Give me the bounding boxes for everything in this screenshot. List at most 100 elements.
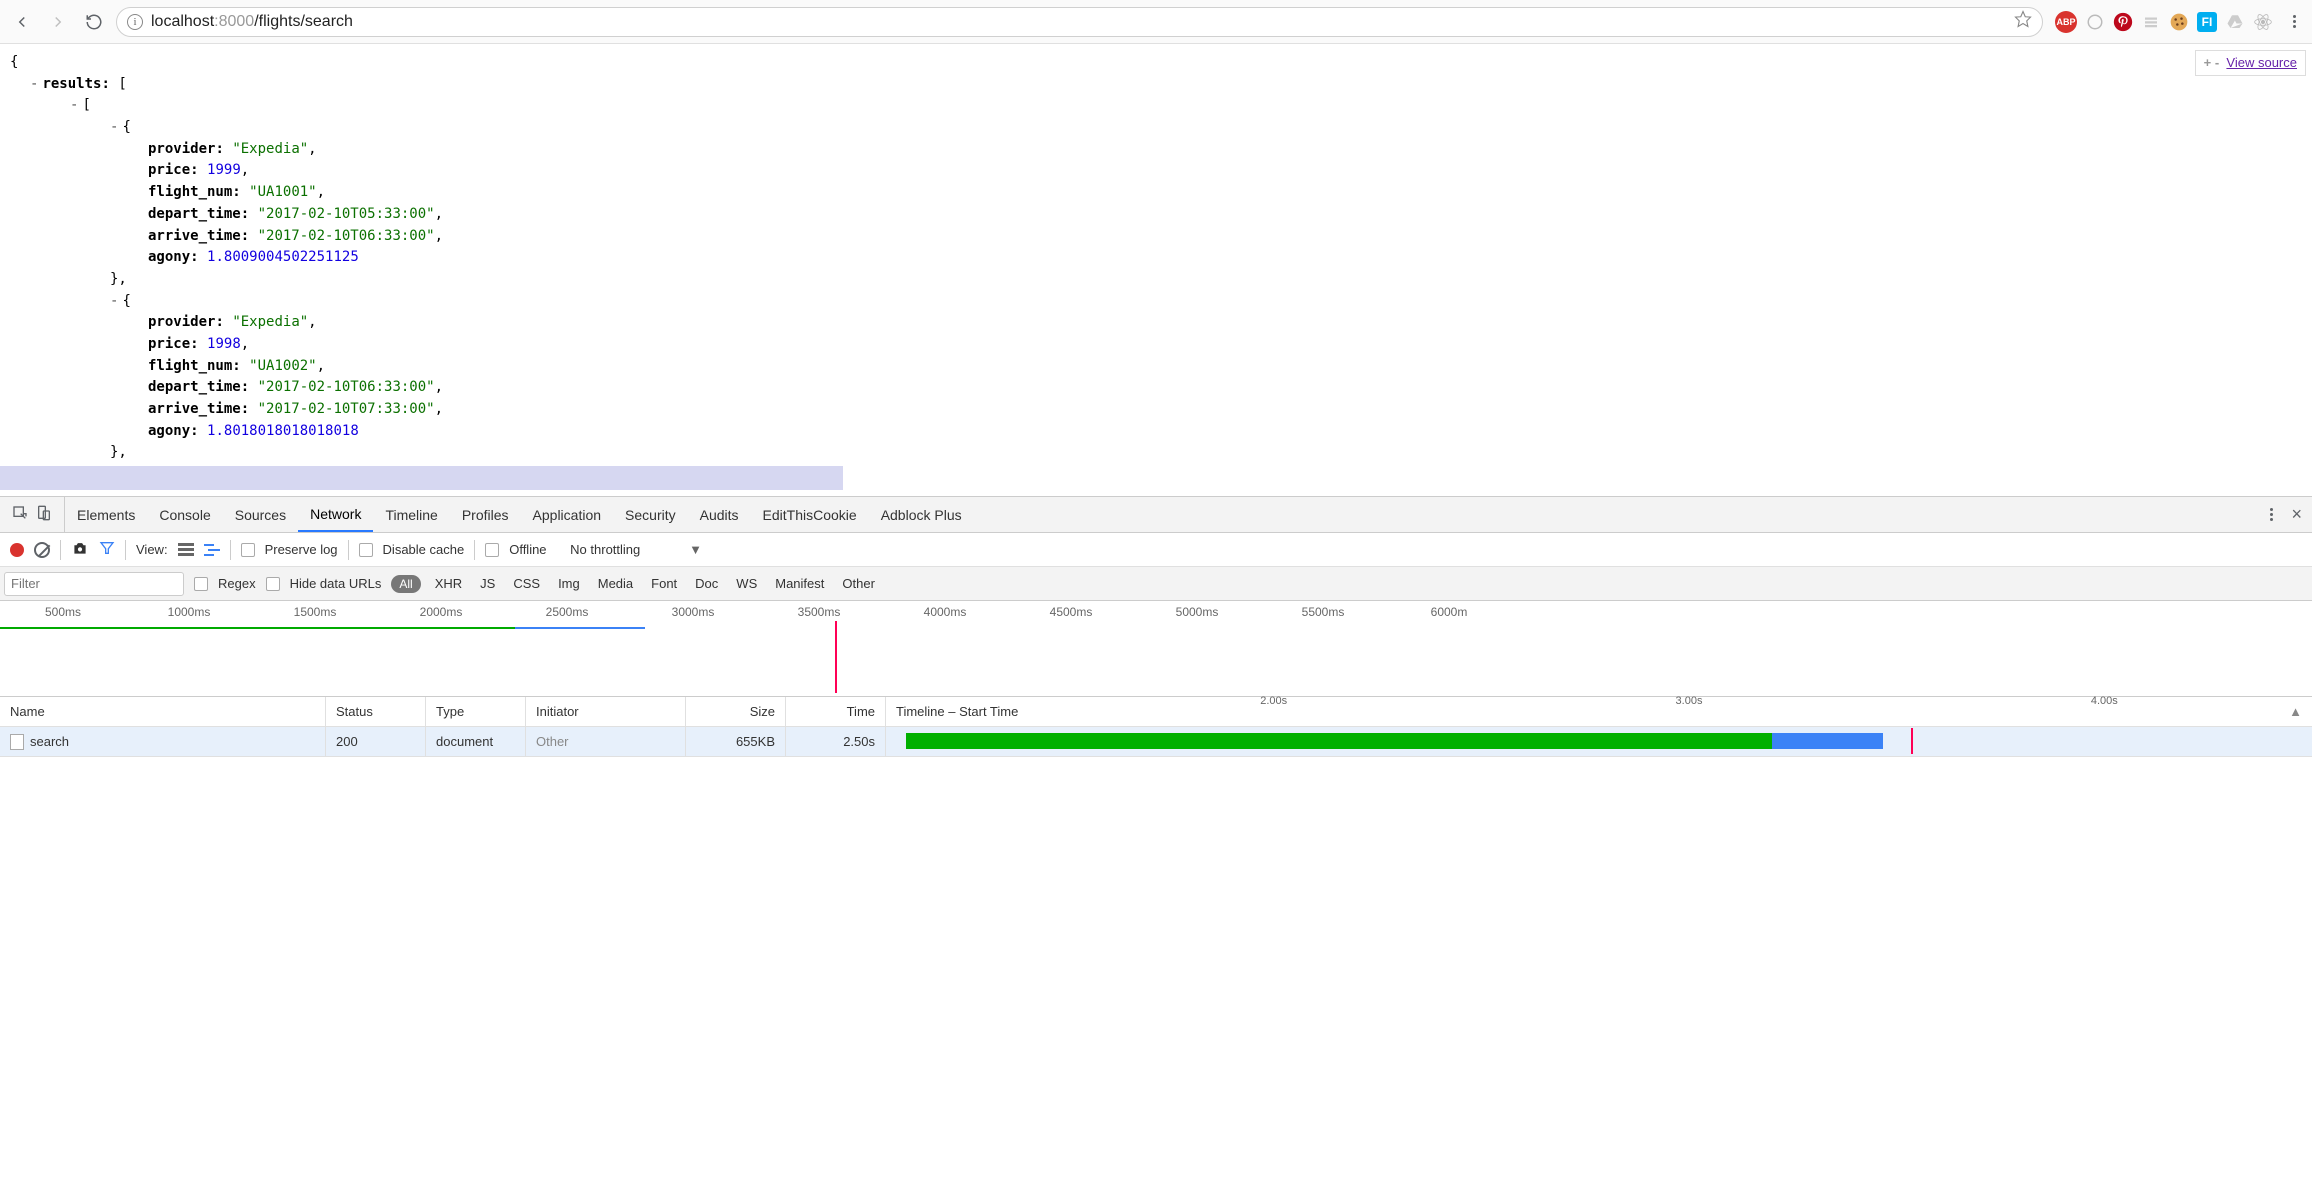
tab-adblock-plus[interactable]: Adblock Plus [869, 497, 974, 532]
json-key: provider [148, 314, 215, 330]
adblock-plus-icon[interactable]: ABP [2055, 11, 2077, 33]
back-button[interactable] [8, 8, 36, 36]
tab-console[interactable]: Console [147, 497, 222, 532]
devtools-close-button[interactable]: × [2281, 504, 2312, 525]
table-row[interactable]: search 200 document Other 655KB 2.50s [0, 727, 2312, 757]
filter-input[interactable] [4, 572, 184, 596]
col-header-size[interactable]: Size [686, 697, 786, 726]
device-mode-icon[interactable] [36, 505, 52, 524]
tab-network[interactable]: Network [298, 497, 373, 532]
screenshot-icon[interactable] [71, 541, 89, 558]
filter-type-doc[interactable]: Doc [691, 576, 722, 591]
filter-type-all[interactable]: All [391, 575, 420, 593]
json-value: 1.8009004502251125 [207, 249, 359, 265]
url-bar[interactable]: i localhost:8000/flights/search [116, 7, 2043, 37]
throttling-select[interactable]: No throttling [570, 542, 640, 557]
bookmark-star-icon[interactable] [2014, 10, 2032, 33]
collapse-toggle-icon[interactable]: - [110, 293, 122, 309]
page-content: + - View source { -results: [ -[ -{ prov… [0, 44, 2312, 496]
cell-name: search [0, 727, 326, 756]
react-devtools-icon[interactable] [2253, 12, 2273, 32]
network-overview[interactable]: 500ms 1000ms 1500ms 2000ms 2500ms 3000ms… [0, 601, 2312, 697]
record-button[interactable] [10, 543, 24, 557]
view-mode-large-icon[interactable] [178, 543, 194, 557]
filter-toggle-icon[interactable] [99, 540, 115, 559]
clear-button[interactable] [34, 542, 50, 558]
col-header-initiator[interactable]: Initiator [526, 697, 686, 726]
col-header-type[interactable]: Type [426, 697, 526, 726]
filter-type-css[interactable]: CSS [509, 576, 544, 591]
tick-label: 4500ms [1008, 605, 1134, 619]
inspect-element-icon[interactable] [12, 505, 28, 524]
pinterest-icon[interactable] [2113, 12, 2133, 32]
browser-menu-button[interactable] [2285, 15, 2304, 28]
chevron-down-icon[interactable]: ▼ [689, 542, 702, 557]
filter-type-media[interactable]: Media [594, 576, 637, 591]
filter-type-xhr[interactable]: XHR [431, 576, 466, 591]
offline-checkbox[interactable] [485, 543, 499, 557]
tick-label: 4.00s [1897, 695, 2312, 707]
regex-checkbox[interactable] [194, 577, 208, 591]
overview-bar [0, 627, 515, 629]
cookie-icon[interactable] [2169, 12, 2189, 32]
reload-button[interactable] [80, 8, 108, 36]
collapse-toggle-icon[interactable]: - [110, 119, 122, 135]
url-host: localhost [151, 13, 214, 31]
reload-icon [85, 13, 103, 31]
expand-all-button[interactable]: + [2204, 55, 2212, 70]
col-header-status[interactable]: Status [326, 697, 426, 726]
tab-timeline[interactable]: Timeline [373, 497, 449, 532]
cell-timeline [886, 727, 2312, 756]
hide-data-urls-checkbox[interactable] [266, 577, 280, 591]
disable-cache-checkbox[interactable] [359, 543, 373, 557]
overview-time-axis: 500ms 1000ms 1500ms 2000ms 2500ms 3000ms… [0, 605, 2312, 619]
view-mode-small-icon[interactable] [204, 543, 220, 557]
tick-label: 5500ms [1260, 605, 1386, 619]
tick-label: 3000ms [630, 605, 756, 619]
tab-profiles[interactable]: Profiles [450, 497, 521, 532]
filter-type-manifest[interactable]: Manifest [771, 576, 828, 591]
col-header-time[interactable]: Time [786, 697, 886, 726]
timing-bar-waiting [906, 733, 1772, 749]
document-icon [10, 734, 24, 750]
collapse-toggle-icon[interactable]: - [30, 76, 42, 92]
json-key: arrive_time [148, 401, 241, 417]
request-table: Name Status Type Initiator Size Time Tim… [0, 697, 2312, 786]
url-port: :8000 [214, 13, 254, 31]
tab-editthiscookie[interactable]: EditThisCookie [751, 497, 869, 532]
filter-type-other[interactable]: Other [838, 576, 879, 591]
site-info-icon[interactable]: i [127, 14, 143, 30]
filter-type-ws[interactable]: WS [732, 576, 761, 591]
extension-icon[interactable] [2085, 12, 2105, 32]
tab-sources[interactable]: Sources [223, 497, 298, 532]
json-value: 1.8018018018018018 [207, 423, 359, 439]
selection-band [0, 466, 843, 490]
fi-extension-icon[interactable]: FI [2197, 12, 2217, 32]
tab-security[interactable]: Security [613, 497, 688, 532]
col-header-name[interactable]: Name [0, 697, 326, 726]
cell-type: document [426, 727, 526, 756]
tab-elements[interactable]: Elements [65, 497, 147, 532]
tab-audits[interactable]: Audits [688, 497, 751, 532]
filter-type-font[interactable]: Font [647, 576, 681, 591]
view-source-link[interactable]: View source [2226, 55, 2297, 70]
forward-button [44, 8, 72, 36]
json-value: "2017-02-10T06:33:00" [258, 379, 435, 395]
json-value: "Expedia" [232, 314, 308, 330]
col-header-timeline[interactable]: Timeline – Start Time 2.00s 3.00s 4.00s … [886, 697, 2312, 726]
collapse-all-button[interactable]: - [2215, 55, 2219, 70]
drive-icon[interactable] [2225, 12, 2245, 32]
tick-label: 500ms [0, 605, 126, 619]
extension-icon[interactable] [2141, 12, 2161, 32]
json-key: agony [148, 249, 190, 265]
filter-type-img[interactable]: Img [554, 576, 584, 591]
overview-bar [515, 627, 645, 629]
json-value: "2017-02-10T07:33:00" [258, 401, 435, 417]
preserve-log-checkbox[interactable] [241, 543, 255, 557]
network-filter-bar: Regex Hide data URLs All XHR JS CSS Img … [0, 567, 2312, 601]
collapse-toggle-icon[interactable]: - [70, 97, 82, 113]
filter-type-js[interactable]: JS [476, 576, 499, 591]
devtools-menu-button[interactable] [2262, 508, 2281, 521]
timing-bar-download [1772, 733, 1884, 749]
tab-application[interactable]: Application [521, 497, 614, 532]
